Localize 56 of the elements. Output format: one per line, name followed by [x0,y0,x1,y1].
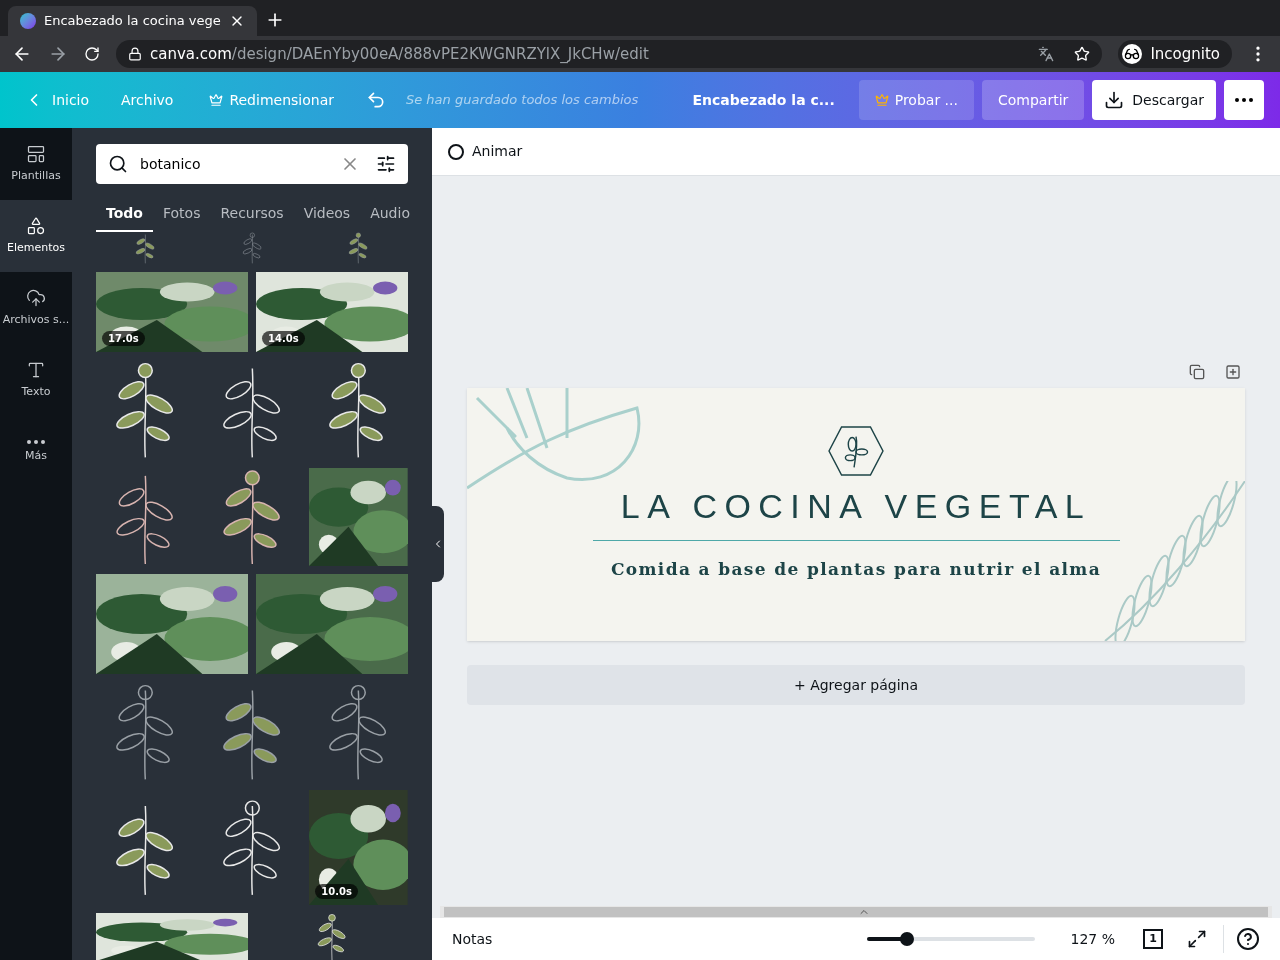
add-page-icon[interactable] [1225,364,1241,380]
cloud-upload-icon [26,287,46,308]
sidebar-item[interactable]: Texto [0,344,72,416]
category-tab[interactable]: Fotos [152,196,211,232]
duplicate-page-icon[interactable] [1189,364,1205,380]
share-button[interactable]: Compartir [981,80,1085,120]
animate-icon [448,143,464,160]
collapse-handle[interactable] [432,506,444,582]
design-title: LA COCINA VEGETAL [620,486,1092,527]
more-button[interactable] [1224,80,1264,120]
search-icon [108,154,128,174]
filter-icon[interactable] [376,154,396,174]
download-icon [1104,90,1125,110]
design-title-button[interactable]: Encabezado la c... [676,80,851,120]
more-icon [27,439,45,444]
zoom-slider[interactable] [866,932,1035,946]
address-field[interactable]: canva.com/design/DAEnYby00eA/888vPE2KWGNRZYlX_JkCHw/edit [116,40,1103,68]
incognito-icon [1122,44,1143,64]
notes-button[interactable]: Notas [452,928,493,950]
sidebar-item[interactable]: Archivos s... [0,272,72,344]
shapes-icon [26,215,46,236]
undo-icon[interactable] [365,90,386,110]
duration-badge: 10.0s [315,884,358,899]
browser-tab[interactable]: Encabezado la cocina vege [8,6,257,36]
translate-icon[interactable] [1038,46,1055,62]
fullscreen-icon[interactable] [1187,929,1207,949]
more-icon [1235,98,1253,102]
hexagon-logo-icon [827,425,885,477]
crown-icon [874,93,889,107]
layout-icon [26,143,46,164]
design-subtitle: Comida a base de plantas para nutrir el alma [610,558,1102,581]
reload-icon[interactable] [84,46,100,62]
bookmark-icon[interactable] [1074,46,1091,62]
duration-badge: 14.0s [262,331,305,346]
category-tab[interactable]: Todo [96,196,153,232]
sidebar-item[interactable]: Plantillas [0,128,72,200]
category-tab[interactable]: Recursos [210,196,294,232]
save-status: Se han guardado todos los cambios [405,91,639,110]
page-count[interactable]: 1 [1143,929,1163,949]
duration-badge: 17.0s [102,331,145,346]
crown-icon [209,93,224,107]
sidebar-item[interactable]: Más [0,416,72,488]
try-pro-button[interactable]: Probar ... [858,80,974,120]
add-page-button[interactable]: + Agregar página [467,665,1245,705]
category-tab[interactable]: Videos [293,196,361,232]
download-button[interactable]: Descargar [1092,80,1216,120]
sidebar-item[interactable]: Elementos [0,200,72,272]
search-field[interactable]: botanico [96,144,408,184]
help-icon[interactable] [1236,927,1260,951]
category-tab[interactable]: Audio [360,196,420,232]
profile-button[interactable]: Incognito [1118,40,1232,68]
animate-button[interactable]: Animar [448,141,523,162]
design-page[interactable]: LA COCINA VEGETAL Comida a base de plantas para nutrir el alma [467,388,1245,641]
site-icon [20,13,36,29]
lock-icon [128,47,142,61]
zoom-reading[interactable]: 127 % [1070,928,1115,950]
